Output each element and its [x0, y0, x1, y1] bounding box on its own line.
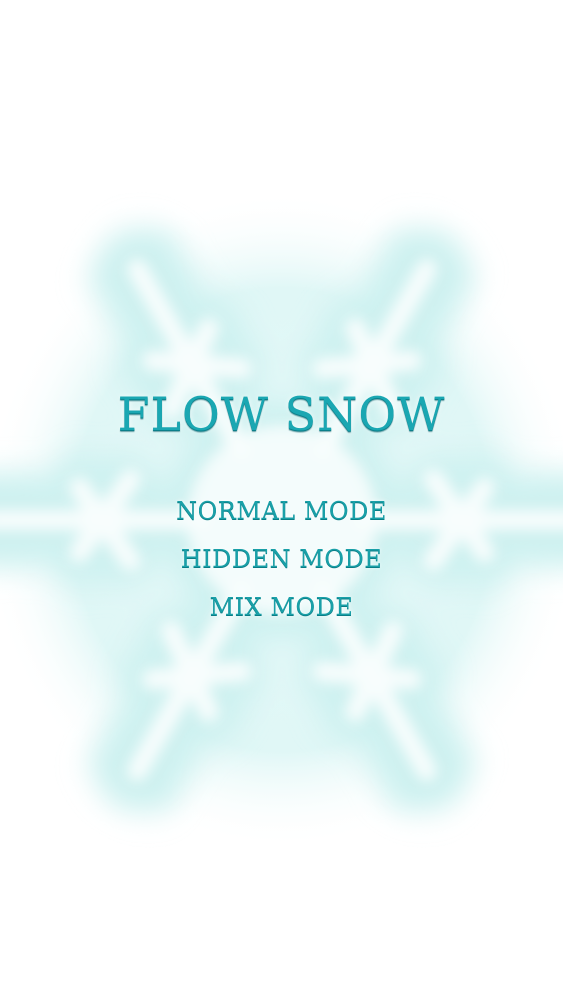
hidden-mode-button[interactable]: HIDDEN MODE — [122, 535, 442, 583]
mode-menu: NORMAL MODE HIDDEN MODE MIX MODE — [0, 487, 563, 631]
mix-mode-button[interactable]: MIX MODE — [122, 583, 442, 631]
game-title: FLOW SNOW — [117, 387, 446, 441]
game-screen: FLOW SNOW NORMAL MODE HIDDEN MODE MIX MO… — [0, 0, 563, 1000]
normal-mode-button[interactable]: NORMAL MODE — [122, 487, 442, 535]
